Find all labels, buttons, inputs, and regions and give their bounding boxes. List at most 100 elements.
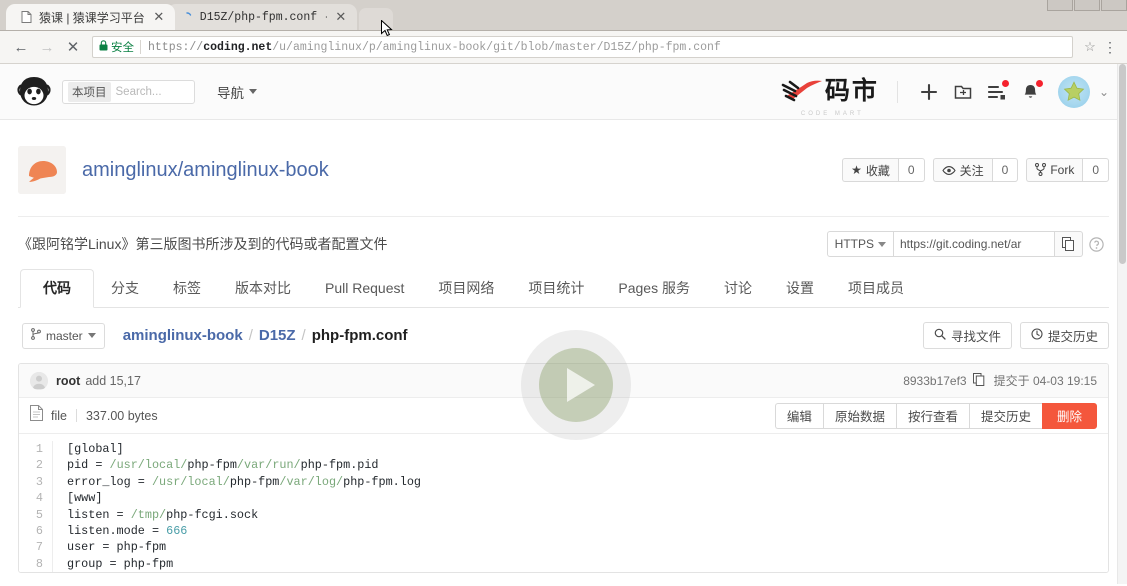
header-divider bbox=[896, 80, 898, 103]
star-button[interactable]: ★ 收藏 bbox=[842, 158, 898, 182]
page-title[interactable]: aminglinux/aminglinux-book bbox=[82, 159, 329, 182]
nav-dropdown[interactable]: 导航 bbox=[217, 82, 257, 102]
stop-icon[interactable]: ✕ bbox=[60, 34, 86, 60]
tab-discussion[interactable]: 讨论 bbox=[707, 270, 769, 307]
clone-protocol-label: HTTPS bbox=[834, 237, 874, 251]
fork-count: 0 bbox=[1082, 158, 1109, 182]
repo-description-row: 《跟阿铭学Linux》第三版图书所涉及到的代码或者配置文件 HTTPS http… bbox=[18, 216, 1109, 269]
new-tab-button[interactable] bbox=[358, 8, 393, 30]
search-placeholder: Search... bbox=[115, 85, 162, 98]
coding-monkey-logo[interactable] bbox=[16, 74, 52, 110]
file-history-button[interactable]: 提交历史 bbox=[968, 402, 1042, 429]
tab-branches[interactable]: 分支 bbox=[94, 270, 156, 307]
close-window-button[interactable] bbox=[1101, 0, 1127, 11]
forward-icon[interactable]: → bbox=[34, 34, 60, 60]
breadcrumb-folder-link[interactable]: D15Z bbox=[259, 327, 296, 344]
delete-button[interactable]: 删除 bbox=[1041, 402, 1097, 429]
site-header: 本项目 Search... 导航 码市 CODE MART ⌄ bbox=[0, 64, 1127, 120]
project-tabs: 代码 分支 标签 版本对比 Pull Request 项目网络 项目统计 Pag… bbox=[18, 269, 1109, 308]
archive-icon[interactable] bbox=[946, 75, 980, 109]
browser-tab-2-close-icon[interactable]: ✕ bbox=[333, 9, 349, 25]
browser-tab-2-title: D15Z/php-fpm.conf - a bbox=[199, 10, 327, 24]
tab-settings[interactable]: 设置 bbox=[769, 270, 831, 307]
breadcrumb-repo-link[interactable]: aminglinux-book bbox=[123, 327, 243, 344]
page-scrollbar-thumb[interactable] bbox=[1119, 64, 1126, 264]
avatar[interactable] bbox=[1057, 75, 1090, 108]
copy-icon[interactable] bbox=[1055, 231, 1083, 257]
browser-tab-1-close-icon[interactable]: ✕ bbox=[151, 9, 167, 25]
back-icon[interactable]: ← bbox=[8, 34, 34, 60]
tab-pages-service[interactable]: Pages 服务 bbox=[601, 270, 707, 307]
clone-protocol-select[interactable]: HTTPS bbox=[826, 231, 894, 257]
raw-data-button[interactable]: 原始数据 bbox=[822, 402, 896, 429]
plus-icon[interactable] bbox=[912, 75, 946, 109]
commit-history-label: 提交历史 bbox=[1047, 330, 1098, 344]
url-path: /u/aminglinux/p/aminglinux-book/git/blob… bbox=[272, 40, 721, 54]
bell-badge bbox=[1035, 79, 1043, 87]
search-scope-tag[interactable]: 本项目 bbox=[68, 81, 111, 102]
secure-label: 安全 bbox=[111, 42, 134, 54]
tab-statistics[interactable]: 项目统计 bbox=[511, 270, 601, 307]
help-icon[interactable] bbox=[1083, 236, 1109, 252]
commit-timestamp: 提交于 04-03 19:15 bbox=[993, 374, 1097, 388]
chevron-down-icon bbox=[878, 241, 886, 247]
mashi-brand-text: 码市 bbox=[824, 77, 879, 105]
chevron-down-icon bbox=[87, 333, 96, 338]
fork-icon bbox=[1035, 163, 1047, 177]
tasks-icon[interactable] bbox=[980, 75, 1014, 109]
watch-button-group[interactable]: 关注 0 bbox=[932, 158, 1019, 182]
star-icon: ★ bbox=[851, 163, 862, 177]
mashi-brand-logo[interactable]: 码市 CODE MART bbox=[781, 77, 879, 117]
tab-tags[interactable]: 标签 bbox=[156, 270, 218, 307]
commit-bar: root add 15,17 8933b17ef3 提交于 04-03 19:1… bbox=[19, 364, 1108, 398]
tab-code[interactable]: 代码 bbox=[20, 269, 94, 308]
address-bar[interactable]: 安全 https://coding.net/u/aminglinux/p/ami… bbox=[92, 36, 1073, 58]
clone-url-input[interactable]: https://git.coding.net/ar bbox=[894, 231, 1055, 257]
browser-tab-2[interactable]: D15Z/php-fpm.conf - a ✕ bbox=[166, 4, 357, 30]
repo-header-row: aminglinux/aminglinux-book ★ 收藏 0 关注 0 F… bbox=[18, 120, 1109, 216]
copy-icon[interactable] bbox=[972, 372, 985, 389]
tab-compare[interactable]: 版本对比 bbox=[218, 270, 308, 307]
commit-message: add 15,17 bbox=[85, 373, 141, 388]
fork-button[interactable]: Fork bbox=[1026, 158, 1083, 182]
tab-network[interactable]: 项目网络 bbox=[421, 270, 511, 307]
chevron-down-icon bbox=[249, 89, 257, 94]
page-icon bbox=[20, 11, 33, 24]
tasks-badge bbox=[1001, 79, 1009, 87]
avatar-chevron-down-icon[interactable]: ⌄ bbox=[1099, 85, 1109, 99]
code-content[interactable]: [global] pid = /usr/local/php-fpm/var/ru… bbox=[53, 441, 1108, 572]
browser-menu-icon[interactable]: ⋮ bbox=[1101, 36, 1119, 58]
clock-icon bbox=[1031, 328, 1043, 343]
url-text: https://coding.net/u/aminglinux/p/amingl… bbox=[148, 41, 721, 54]
watch-button[interactable]: 关注 bbox=[932, 158, 992, 182]
nav-dropdown-label: 导航 bbox=[217, 85, 244, 101]
lock-icon bbox=[99, 40, 108, 54]
branch-selector[interactable]: master bbox=[22, 322, 105, 349]
page-scrollbar-track[interactable] bbox=[1117, 64, 1127, 584]
find-file-button[interactable]: 寻找文件 bbox=[922, 322, 1012, 349]
clone-url-group[interactable]: HTTPS https://git.coding.net/ar bbox=[826, 231, 1083, 257]
page-content: 本项目 Search... 导航 码市 CODE MART ⌄ aminglin… bbox=[0, 64, 1127, 584]
file-action-buttons: 编辑 原始数据 按行查看 提交历史 删除 bbox=[774, 402, 1097, 429]
blame-button[interactable]: 按行查看 bbox=[895, 402, 969, 429]
edit-button[interactable]: 编辑 bbox=[774, 402, 823, 429]
commit-hash[interactable]: 8933b17ef3 bbox=[903, 374, 966, 388]
star-button-group[interactable]: ★ 收藏 0 bbox=[842, 158, 925, 182]
fork-button-group[interactable]: Fork 0 bbox=[1026, 158, 1109, 182]
bell-icon[interactable] bbox=[1014, 75, 1048, 109]
toolbar-divider bbox=[75, 409, 77, 422]
watch-count: 0 bbox=[991, 158, 1019, 182]
bookmark-star-icon[interactable]: ☆ bbox=[1079, 36, 1101, 58]
browser-tab-1[interactable]: 猿课 | 猿课学习平台 ✕ bbox=[6, 4, 175, 30]
search-input[interactable]: 本项目 Search... bbox=[62, 79, 195, 104]
breadcrumb: aminglinux-book / D15Z / php-fpm.conf bbox=[123, 327, 915, 344]
find-file-label: 寻找文件 bbox=[950, 330, 1001, 344]
minimize-button[interactable] bbox=[1047, 0, 1073, 11]
maximize-button[interactable] bbox=[1074, 0, 1100, 11]
commit-history-button[interactable]: 提交历史 bbox=[1019, 322, 1109, 349]
tab-pull-request[interactable]: Pull Request bbox=[308, 270, 421, 307]
commit-author[interactable]: root bbox=[56, 374, 80, 388]
browser-titlebar: 猿课 | 猿课学习平台 ✕ D15Z/php-fpm.conf - a ✕ bbox=[0, 0, 1127, 37]
tab-members[interactable]: 项目成员 bbox=[831, 270, 921, 307]
browser-tab-1-title: 猿课 | 猿课学习平台 bbox=[39, 10, 145, 25]
